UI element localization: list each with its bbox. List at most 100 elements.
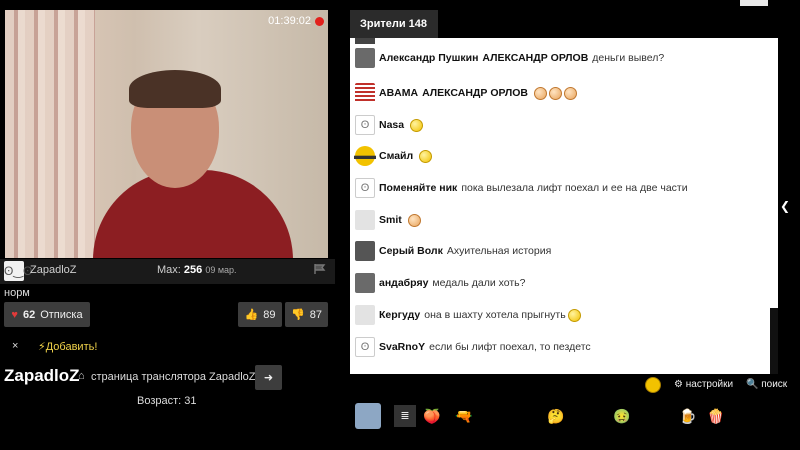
tab-viewers[interactable]: Зрители 148 [350, 10, 438, 38]
chat-avatar[interactable] [355, 210, 375, 230]
chevron-left-icon[interactable]: ❮ [778, 195, 792, 217]
chat-text: она в шахту хотела прыгнуть [424, 309, 566, 321]
dislike-button[interactable]: 👎 87 [285, 302, 328, 327]
sick-icon[interactable]: 🤢 [610, 405, 634, 427]
gun-icon[interactable]: 🔫 [452, 405, 476, 427]
stream-title: норм [4, 287, 30, 299]
profile-name: ZapadloZ [4, 366, 80, 385]
chat-message: Кергуду она в шахту хотела прыгнуть [355, 304, 581, 326]
chat-text: Ахуительная история [446, 245, 552, 257]
record-dot-icon [315, 16, 324, 26]
chat-nick[interactable]: SvaRnoY [379, 341, 425, 353]
close-icon[interactable]: × [12, 340, 18, 352]
peach-emoji-icon [563, 86, 577, 100]
smiley-picker-icon[interactable] [645, 377, 661, 393]
gear-icon: ⚙ [674, 379, 683, 390]
chat-avatar[interactable] [355, 48, 375, 68]
chat-nick[interactable]: Смайл [379, 150, 413, 162]
left-column: 01:39:02 ʘ‿ʘ ZapadloZ Max: 256 09 мар. н… [0, 0, 335, 450]
search-icon: 🔍 [746, 379, 759, 390]
corner-button[interactable] [740, 0, 768, 6]
popcorn-icon[interactable]: 🍿 [704, 405, 728, 427]
chat-nick[interactable]: андабряу [379, 277, 428, 289]
stream-page: 01:39:02 ʘ‿ʘ ZapadloZ Max: 256 09 мар. н… [0, 0, 800, 450]
chat-nick[interactable]: Кергуду [379, 309, 420, 321]
thumbs-down-icon: 👎 [291, 309, 305, 321]
chat-nick[interactable]: Александр Пушкин [379, 52, 478, 64]
peach-emoji-icon [407, 213, 421, 227]
unsubscribe-button[interactable]: ♥ 62 Отписка [4, 302, 90, 327]
like-count: 89 [263, 308, 276, 321]
video-player[interactable]: 01:39:02 [5, 10, 328, 258]
like-button[interactable]: 👍 89 [238, 302, 282, 327]
drink-icon[interactable]: 🍺 [676, 405, 700, 427]
settings-label: настройки [685, 379, 734, 390]
chat-nick[interactable]: Smit [379, 214, 402, 226]
sign-in-icon: ➜ [263, 372, 274, 384]
profile-age: Возраст: 31 [137, 395, 197, 407]
home-icon: ⌂ [78, 370, 85, 382]
chat-nick[interactable]: Поменяйте ник [379, 182, 457, 194]
smiley-a-icon[interactable]: 😊 [484, 405, 508, 427]
chat-nick[interactable]: ABAMA [379, 87, 418, 99]
settings-link[interactable]: ⚙ настройки [674, 379, 733, 390]
heart-icon: ♥ [11, 308, 18, 321]
chat-message: ABAMA АЛЕКСАНДР ОРЛОВ [355, 82, 577, 104]
chat-scrollbar[interactable] [770, 308, 778, 374]
chat-avatar[interactable] [355, 305, 375, 325]
unsubscribe-count: 62 [22, 308, 36, 321]
chat-message: ʘ Nasa [355, 114, 424, 136]
chat-avatar[interactable] [355, 83, 375, 103]
search-label: поиск [761, 379, 788, 390]
video-curtain [5, 10, 95, 258]
peach-emoji-icon [548, 86, 562, 100]
kiss-icon[interactable]: 😘 [640, 405, 664, 427]
peach-emoji-icon [533, 86, 547, 100]
yellow-emoji-icon [567, 308, 581, 322]
search-link[interactable]: 🔍 поиск [746, 379, 787, 390]
smiley-b-icon[interactable]: 😮 [510, 405, 534, 427]
max-viewers-label: Max: [157, 264, 181, 276]
chat-text: пока вылезала лифт поехал и ее на две ча… [461, 182, 688, 194]
thinking-icon[interactable]: 🤔 [544, 405, 568, 427]
video-person-hair [129, 70, 221, 108]
flag-icon[interactable] [314, 264, 326, 274]
login-button[interactable]: ➜ [255, 365, 282, 390]
chat-mention[interactable]: АЛЕКСАНДР ОРЛОВ [422, 87, 528, 99]
lightning-icon: ⚡ [38, 341, 46, 353]
chat-avatar[interactable]: ▬▬ [354, 146, 376, 166]
streamer-avatar[interactable]: ʘ‿ʘ [4, 261, 32, 281]
peach-icon[interactable]: 🍑 [420, 405, 444, 427]
chat-text: медаль дали хоть? [432, 277, 526, 289]
chat-nick[interactable]: Серый Волк [379, 245, 443, 257]
chat-avatar[interactable]: ʘ [355, 178, 375, 198]
add-link[interactable]: ⚡Добавить! [38, 340, 97, 353]
chat-message: ʘ SvaRnoY если бы лифт поехал, то пездетс [355, 336, 591, 358]
chat-avatar-partial [355, 38, 375, 44]
chat-mention[interactable]: АЛЕКСАНДР ОРЛОВ [482, 52, 588, 64]
profile-page-label[interactable]: страница транслятора ZapadloZ [91, 371, 255, 383]
recording-indicator: 01:39:02 [268, 15, 324, 27]
add-link-label: Добавить! [45, 341, 98, 353]
yellow-emoji-icon [419, 149, 433, 163]
chat-panel: Александр Пушкин АЛЕКСАНДР ОРЛОВ деньги вы… [350, 38, 778, 374]
chat-nick[interactable]: Nasa [379, 119, 404, 131]
video-person-body [93, 170, 293, 258]
stream-timer: 01:39:02 [268, 15, 311, 27]
menu-icon[interactable]: ≣ [394, 405, 416, 427]
chat-message: Серый Волк Ахуительная история [355, 240, 551, 262]
chat-text: если бы лифт поехал, то пездетс [429, 341, 591, 353]
chat-avatar[interactable]: ʘ [355, 337, 375, 357]
chat-message: андабряу медаль дали хоть? [355, 272, 525, 294]
streamer-name-link[interactable]: ZapadloZ [30, 264, 76, 276]
smiley-c-icon[interactable]: 😐 [584, 405, 608, 427]
thumbs-up-icon: 👍 [244, 309, 259, 321]
yellow-emoji-icon [410, 118, 424, 132]
chat-avatar[interactable] [355, 273, 375, 293]
user-avatar[interactable] [355, 403, 381, 429]
chat-message: ▬▬ Смайл [354, 145, 433, 167]
chat-message: Smit [355, 209, 421, 231]
chat-avatar[interactable] [355, 241, 375, 261]
chat-text: деньги вывел? [592, 52, 665, 64]
chat-avatar[interactable]: ʘ [355, 115, 375, 135]
